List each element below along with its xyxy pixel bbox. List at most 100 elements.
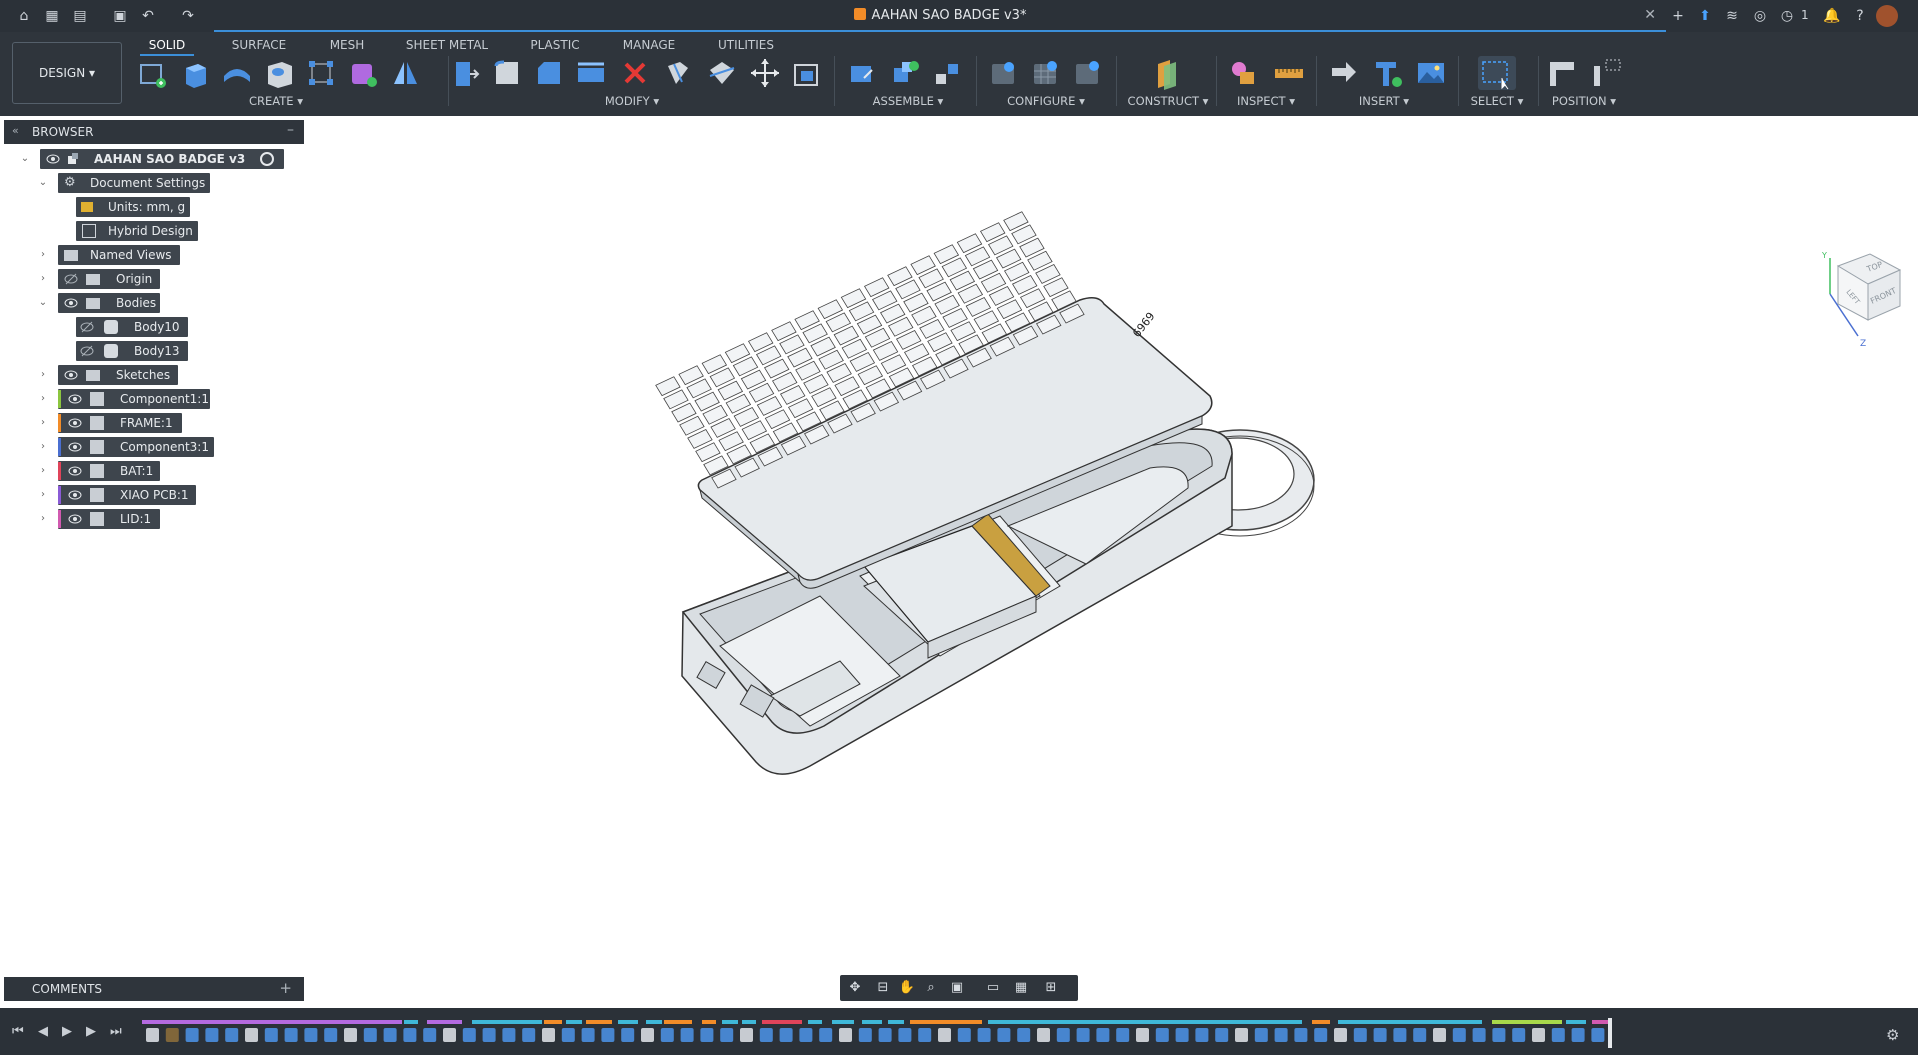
grid-icon[interactable]: ▦ xyxy=(42,6,62,26)
expand-toggle-icon[interactable]: ⌄ xyxy=(36,293,50,313)
revert-position-tool[interactable] xyxy=(1590,56,1624,90)
configure-tool-2[interactable] xyxy=(1028,56,1062,90)
document-tab[interactable]: AAHAN SAO BADGE v3* ✕ xyxy=(214,0,1666,32)
timeline-feature[interactable] xyxy=(1353,1028,1367,1042)
assemble-group-label[interactable]: ASSEMBLE ▾ xyxy=(858,94,958,108)
bodies-pill[interactable]: Bodies xyxy=(58,293,160,313)
tab-utilities[interactable]: UTILITIES xyxy=(712,34,780,56)
timeline-feature[interactable] xyxy=(1116,1028,1130,1042)
eye-hidden-icon[interactable] xyxy=(80,345,94,357)
timeline-feature[interactable] xyxy=(324,1028,338,1042)
split-body-tool[interactable] xyxy=(704,56,738,90)
timeline-feature[interactable] xyxy=(1591,1028,1605,1042)
timeline-feature[interactable] xyxy=(938,1028,951,1042)
timeline-feature[interactable] xyxy=(759,1028,773,1042)
last-icon[interactable]: ⏭ xyxy=(110,1024,122,1039)
body13-pill[interactable]: Body13 xyxy=(76,341,188,361)
timeline-feature[interactable] xyxy=(1096,1028,1110,1042)
split-face-tool[interactable] xyxy=(660,56,694,90)
component1-pill[interactable]: Component1:1 xyxy=(58,389,210,409)
move-copy-tool[interactable] xyxy=(748,56,782,90)
model-drawing[interactable]: 6969 xyxy=(0,116,1918,1008)
timeline-feature[interactable] xyxy=(1155,1028,1169,1042)
mirror-tool[interactable] xyxy=(388,56,422,90)
tree-item-document-settings[interactable]: ⌄ ⚙ Document Settings xyxy=(36,173,236,193)
chamfer-tool[interactable] xyxy=(532,56,566,90)
delete-tool[interactable] xyxy=(618,56,652,90)
timeline-feature[interactable] xyxy=(443,1028,456,1042)
timeline-feature[interactable] xyxy=(601,1028,615,1042)
timeline-feature[interactable] xyxy=(977,1028,991,1042)
timeline-feature[interactable] xyxy=(1512,1028,1526,1042)
body10-pill[interactable]: Body10 xyxy=(76,317,188,337)
create-group-label[interactable]: CREATE ▾ xyxy=(236,94,316,108)
help-icon[interactable]: ? xyxy=(1850,6,1870,26)
joint-tool[interactable] xyxy=(888,56,922,90)
timeline-feature[interactable] xyxy=(1274,1028,1288,1042)
create-sketch-tool[interactable] xyxy=(136,56,170,90)
zoom-icon[interactable]: ⌕ xyxy=(922,979,940,997)
notifications-icon[interactable]: 🔔 xyxy=(1822,6,1842,26)
fillet-tool[interactable] xyxy=(490,56,524,90)
timeline-feature[interactable] xyxy=(344,1028,357,1042)
tab-surface[interactable]: SURFACE xyxy=(224,34,294,56)
timeline-feature[interactable] xyxy=(1334,1028,1347,1042)
timeline-feature[interactable] xyxy=(1136,1028,1149,1042)
timeline-feature[interactable] xyxy=(839,1028,852,1042)
timeline-feature[interactable] xyxy=(1532,1028,1545,1042)
timeline-feature[interactable] xyxy=(1235,1028,1248,1042)
expand-toggle-icon[interactable]: ⌄ xyxy=(18,149,32,169)
viewports-icon[interactable]: ⊞ xyxy=(1042,979,1060,997)
create-form-tool[interactable] xyxy=(346,56,380,90)
redo-icon[interactable]: ↷ xyxy=(178,6,198,26)
timeline-feature[interactable] xyxy=(680,1028,694,1042)
frame-pill[interactable]: FRAME:1 xyxy=(58,413,182,433)
bat-pill[interactable]: BAT:1 xyxy=(58,461,160,481)
sketches-pill[interactable]: Sketches xyxy=(58,365,178,385)
eye-icon[interactable] xyxy=(64,297,78,309)
select-group-label[interactable]: SELECT ▾ xyxy=(1456,94,1538,108)
named-views-pill[interactable]: Named Views xyxy=(58,245,180,265)
timeline-feature[interactable] xyxy=(304,1028,318,1042)
units-pill[interactable]: Units: mm, g xyxy=(76,197,190,217)
insert-text-tool[interactable] xyxy=(1370,56,1404,90)
undo-icon[interactable]: ↶ xyxy=(138,6,158,26)
tree-item-hybrid-design[interactable]: Hybrid Design xyxy=(76,221,206,241)
extrude-tool[interactable] xyxy=(178,56,212,90)
root-pill[interactable]: AAHAN SAO BADGE v3 xyxy=(40,149,284,169)
expand-toggle-icon[interactable]: › xyxy=(36,509,50,529)
timeline-feature[interactable] xyxy=(502,1028,516,1042)
tree-item-bodies[interactable]: ⌄ Bodies xyxy=(36,293,176,313)
activate-radio-icon[interactable] xyxy=(260,152,274,166)
home-icon[interactable]: ⌂ xyxy=(14,6,34,26)
configure-group-label[interactable]: CONFIGURE ▾ xyxy=(996,94,1096,108)
timeline-feature[interactable] xyxy=(462,1028,476,1042)
tree-item-units[interactable]: Units: mm, g xyxy=(76,197,196,217)
timeline-feature[interactable] xyxy=(1452,1028,1466,1042)
eye-icon[interactable] xyxy=(68,465,82,477)
timeline-feature[interactable] xyxy=(561,1028,575,1042)
close-tab-icon[interactable]: ✕ xyxy=(1644,7,1656,23)
timeline-feature[interactable] xyxy=(799,1028,813,1042)
eye-icon[interactable] xyxy=(64,369,78,381)
eye-icon[interactable] xyxy=(68,489,82,501)
timeline-feature[interactable] xyxy=(1492,1028,1506,1042)
tab-sheet-metal[interactable]: SHEET METAL xyxy=(402,34,492,56)
expand-toggle-icon[interactable]: › xyxy=(36,413,50,433)
inspect-group-label[interactable]: INSPECT ▾ xyxy=(1220,94,1312,108)
tree-item-origin[interactable]: › Origin xyxy=(36,269,176,289)
user-avatar[interactable] xyxy=(1876,5,1898,27)
timeline-feature[interactable] xyxy=(957,1028,971,1042)
timeline-feature[interactable] xyxy=(641,1028,654,1042)
tree-item-component3[interactable]: › Component3:1 xyxy=(36,437,226,457)
as-built-joint-tool[interactable] xyxy=(930,56,964,90)
fit-icon[interactable]: ▣ xyxy=(948,979,966,997)
eye-icon[interactable] xyxy=(68,513,82,525)
timeline-feature[interactable] xyxy=(858,1028,872,1042)
timeline-feature[interactable] xyxy=(1254,1028,1268,1042)
tree-item-component1[interactable]: › Component1:1 xyxy=(36,389,226,409)
timeline-feature[interactable] xyxy=(700,1028,714,1042)
tree-item-body13[interactable]: Body13 xyxy=(76,341,196,361)
component3-pill[interactable]: Component3:1 xyxy=(58,437,214,457)
first-icon[interactable]: ⏮ xyxy=(12,1024,24,1039)
